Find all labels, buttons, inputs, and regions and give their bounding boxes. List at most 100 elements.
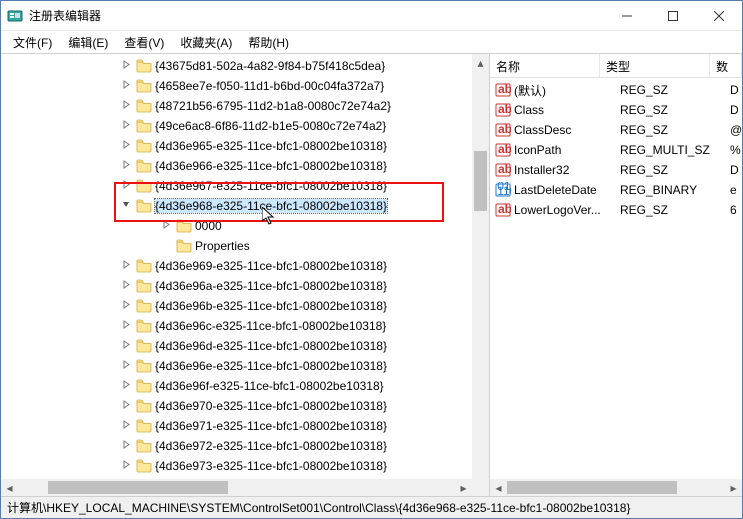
chevron-right-icon[interactable]	[119, 320, 133, 332]
tree-row[interactable]: {4d36e970-e325-11ce-bfc1-08002be10318}	[1, 396, 472, 416]
menu-favorites[interactable]: 收藏夹(A)	[172, 32, 240, 53]
tree-row[interactable]: {4d36e971-e325-11ce-bfc1-08002be10318}	[1, 416, 472, 436]
menu-help[interactable]: 帮助(H)	[240, 32, 297, 53]
scroll-left-icon[interactable]: ◂	[490, 479, 507, 496]
folder-icon	[136, 299, 152, 313]
content: {43675d81-502a-4a82-9f84-b75f418c5dea} {4…	[1, 53, 742, 496]
menu-file[interactable]: 文件(F)	[5, 32, 60, 53]
tree-scrollbar-vertical[interactable]: ▴ ▾	[472, 54, 489, 496]
value-data: D	[730, 163, 742, 177]
scroll-thumb-v[interactable]	[474, 151, 487, 211]
list-row[interactable]: abClassDescREG_SZ@	[490, 120, 742, 140]
svg-text:ab: ab	[498, 82, 511, 96]
scroll-left-icon[interactable]: ◂	[1, 479, 18, 496]
string-value-icon: ab	[494, 122, 512, 138]
tree-row[interactable]: {4d36e972-e325-11ce-bfc1-08002be10318}	[1, 436, 472, 456]
tree-row[interactable]: {4d36e96e-e325-11ce-bfc1-08002be10318}	[1, 356, 472, 376]
tree-scrollbar-horizontal[interactable]: ◂ ▸	[1, 479, 472, 496]
chevron-right-icon[interactable]	[119, 380, 133, 392]
statusbar: 计算机\HKEY_LOCAL_MACHINE\SYSTEM\ControlSet…	[1, 496, 742, 518]
scroll-track-h[interactable]	[18, 479, 455, 496]
minimize-button[interactable]	[604, 1, 650, 31]
tree-row[interactable]: {4d36e968-e325-11ce-bfc1-08002be10318}	[1, 196, 472, 216]
tree-row[interactable]: 0000	[1, 216, 472, 236]
tree-row[interactable]: {4658ee7e-f050-11d1-b6bd-00c04fa372a7}	[1, 76, 472, 96]
tree-row[interactable]: {4d36e966-e325-11ce-bfc1-08002be10318}	[1, 156, 472, 176]
chevron-right-icon[interactable]	[119, 120, 133, 132]
status-path: 计算机\HKEY_LOCAL_MACHINE\SYSTEM\ControlSet…	[7, 499, 630, 516]
tree-row[interactable]: {4d36e973-e325-11ce-bfc1-08002be10318}	[1, 456, 472, 476]
tree-item-label: {49ce6ac8-6f86-11d2-b1e5-0080c72e74a2}	[155, 119, 386, 133]
tree-row[interactable]: {49ce6ac8-6f86-11d2-b1e5-0080c72e74a2}	[1, 116, 472, 136]
scroll-up-icon[interactable]: ▴	[472, 54, 489, 71]
chevron-right-icon[interactable]	[119, 60, 133, 72]
tree-row[interactable]: {4d36e965-e325-11ce-bfc1-08002be10318}	[1, 136, 472, 156]
scroll-track-h[interactable]	[507, 479, 725, 496]
tree-row[interactable]: {4d36e96a-e325-11ce-bfc1-08002be10318}	[1, 276, 472, 296]
column-type[interactable]: 类型	[600, 54, 710, 77]
column-name[interactable]: 名称	[490, 54, 600, 77]
list-row[interactable]: ab(默认)REG_SZD	[490, 80, 742, 100]
chevron-right-icon[interactable]	[119, 300, 133, 312]
folder-icon	[136, 259, 152, 273]
folder-icon	[136, 379, 152, 393]
chevron-right-icon[interactable]	[119, 260, 133, 272]
folder-icon	[136, 359, 152, 373]
folder-icon	[136, 79, 152, 93]
value-type: REG_SZ	[620, 123, 730, 137]
list-row[interactable]: abClassREG_SZD	[490, 100, 742, 120]
tree-row[interactable]: {4d36e96c-e325-11ce-bfc1-08002be10318}	[1, 316, 472, 336]
list-row[interactable]: abInstaller32REG_SZD	[490, 160, 742, 180]
tree-item-label: {4d36e973-e325-11ce-bfc1-08002be10318}	[155, 459, 387, 473]
column-data[interactable]: 数	[710, 54, 742, 77]
scroll-right-icon[interactable]: ▸	[455, 479, 472, 496]
chevron-right-icon[interactable]	[159, 220, 173, 232]
value-data: e	[730, 183, 742, 197]
string-value-icon: ab	[494, 142, 512, 158]
scroll-thumb-h[interactable]	[48, 481, 228, 494]
chevron-right-icon[interactable]	[119, 280, 133, 292]
chevron-right-icon[interactable]	[119, 180, 133, 192]
chevron-right-icon[interactable]	[119, 440, 133, 452]
chevron-right-icon[interactable]	[119, 100, 133, 112]
close-button[interactable]	[696, 1, 742, 31]
menu-edit[interactable]: 编辑(E)	[60, 32, 116, 53]
scroll-right-icon[interactable]: ▸	[725, 479, 742, 496]
chevron-right-icon[interactable]	[119, 420, 133, 432]
folder-icon	[176, 239, 192, 253]
tree-item-label: {4658ee7e-f050-11d1-b6bd-00c04fa372a7}	[155, 79, 384, 93]
tree-row[interactable]: {4d36e96f-e325-11ce-bfc1-08002be10318}	[1, 376, 472, 396]
tree-row[interactable]: {4d36e96d-e325-11ce-bfc1-08002be10318}	[1, 336, 472, 356]
chevron-down-icon[interactable]	[119, 200, 133, 212]
chevron-right-icon[interactable]	[119, 80, 133, 92]
folder-icon	[136, 459, 152, 473]
tree-row[interactable]: {48721b56-6795-11d2-b1a8-0080c72e74a2}	[1, 96, 472, 116]
value-type: REG_MULTI_SZ	[620, 143, 730, 157]
maximize-button[interactable]	[650, 1, 696, 31]
tree-row[interactable]: {4d36e969-e325-11ce-bfc1-08002be10318}	[1, 256, 472, 276]
svg-text:ab: ab	[498, 122, 511, 136]
list-body[interactable]: ab(默认)REG_SZDabClassREG_SZDabClassDescRE…	[490, 78, 742, 220]
chevron-right-icon[interactable]	[119, 460, 133, 472]
chevron-right-icon[interactable]	[119, 360, 133, 372]
chevron-right-icon[interactable]	[119, 140, 133, 152]
list-row[interactable]: 011110LastDeleteDateREG_BINARYe	[490, 180, 742, 200]
list-row[interactable]: abLowerLogoVer...REG_SZ6	[490, 200, 742, 220]
folder-icon	[136, 199, 152, 213]
value-type: REG_SZ	[620, 203, 730, 217]
chevron-right-icon[interactable]	[119, 400, 133, 412]
tree-row[interactable]: {4d36e967-e325-11ce-bfc1-08002be10318}	[1, 176, 472, 196]
list-row[interactable]: abIconPathREG_MULTI_SZ%	[490, 140, 742, 160]
tree-row[interactable]: {43675d81-502a-4a82-9f84-b75f418c5dea}	[1, 56, 472, 76]
tree-body[interactable]: {43675d81-502a-4a82-9f84-b75f418c5dea} {4…	[1, 54, 472, 479]
tree-item-label: {4d36e96d-e325-11ce-bfc1-08002be10318}	[155, 339, 387, 353]
folder-icon	[136, 99, 152, 113]
chevron-right-icon[interactable]	[119, 340, 133, 352]
scroll-thumb-h[interactable]	[507, 481, 677, 494]
scroll-track-v[interactable]	[472, 71, 489, 479]
list-scrollbar-horizontal[interactable]: ◂ ▸	[490, 479, 742, 496]
chevron-right-icon[interactable]	[119, 160, 133, 172]
tree-row[interactable]: {4d36e96b-e325-11ce-bfc1-08002be10318}	[1, 296, 472, 316]
tree-row[interactable]: Properties	[1, 236, 472, 256]
menu-view[interactable]: 查看(V)	[116, 32, 172, 53]
